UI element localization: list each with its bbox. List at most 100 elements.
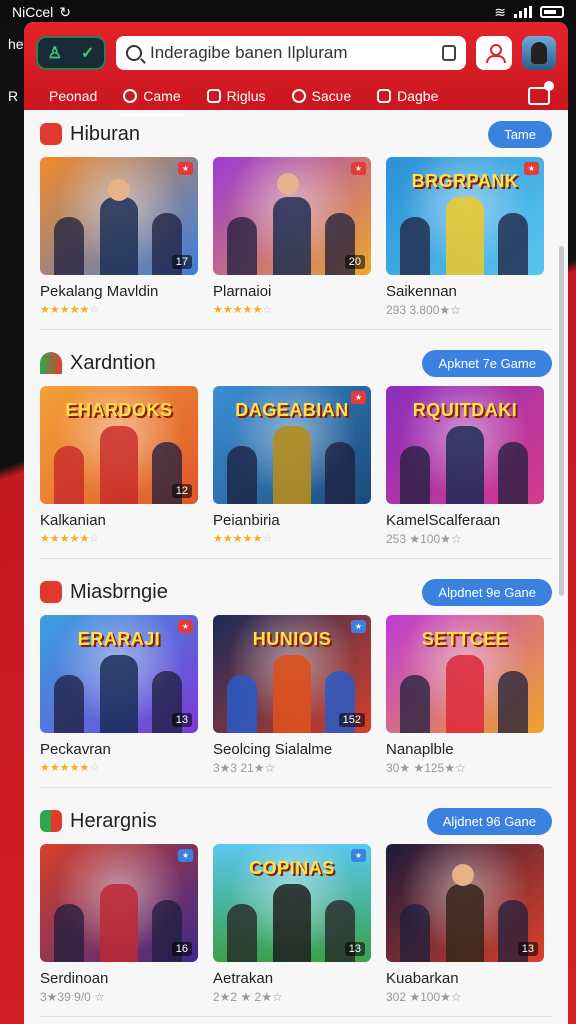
search-icon bbox=[126, 45, 142, 61]
hot-badge: ★ bbox=[177, 162, 193, 175]
game-card[interactable]: DAGEABIAN ★ Peianbiria ★★★★★☆ bbox=[213, 386, 371, 546]
profile-button[interactable] bbox=[476, 36, 512, 70]
wifi-icon: ≋ bbox=[494, 3, 506, 20]
game-thumbnail[interactable]: EHARDOKS 12 bbox=[40, 386, 198, 504]
game-thumbnail[interactable]: ERARAJI ★ 13 bbox=[40, 615, 198, 733]
game-thumbnail[interactable]: SETTCEE bbox=[386, 615, 544, 733]
game-card[interactable]: HUNIOIS ★ 152 Seolcing Sialalme 3★3 21★☆ bbox=[213, 615, 371, 775]
section-action-button[interactable]: Alpdnet 9e Gane bbox=[422, 578, 552, 606]
game-title: Seolcing Sialalme bbox=[213, 741, 333, 758]
game-card[interactable]: COPINAS ★ 13 Aetrakan 2★2 ★ 2★☆ bbox=[213, 844, 371, 1004]
game-card[interactable]: ★ 17 Pekalang Mavldin ★★★★★☆ bbox=[40, 157, 198, 317]
tab-label: Riglus bbox=[226, 88, 266, 104]
share-icon[interactable] bbox=[528, 81, 554, 105]
game-title: Serdinoan bbox=[40, 970, 109, 987]
game-banner-text: RQUITDAKI bbox=[412, 400, 518, 420]
app-window: ♙ ✓ Inderagibe banen Ilpluram Peonad Cam… bbox=[24, 22, 568, 1024]
search-bar[interactable]: Inderagibe banen Ilpluram bbox=[116, 36, 466, 70]
sync-icon: ↻ bbox=[59, 3, 71, 20]
game-banner-text: COPINAS bbox=[249, 858, 335, 878]
star-rating: ★★★★★☆ bbox=[213, 533, 273, 545]
game-thumbnail[interactable]: ★ 20 bbox=[213, 157, 371, 275]
game-title: Kalkanian bbox=[40, 512, 106, 529]
person-outline-icon: ♙ bbox=[47, 45, 62, 62]
game-title: Aetrakan bbox=[213, 970, 274, 987]
scrollbar[interactable] bbox=[559, 246, 564, 596]
game-card[interactable]: EHARDOKS 12 Kalkanian ★★★★★☆ bbox=[40, 386, 198, 546]
count-badge: 12 bbox=[171, 484, 192, 498]
camera-search-icon[interactable] bbox=[442, 45, 456, 61]
shield-icon bbox=[206, 89, 221, 103]
check-icon: ✓ bbox=[81, 45, 95, 62]
section-title: Hiburan bbox=[70, 122, 141, 145]
section-hiburan: Hiburan Tame ★ 17 Pekalang Mavldin ★★★★★… bbox=[40, 110, 552, 330]
status-bar: NiCcel ↻ ≋ bbox=[0, 0, 576, 24]
game-card[interactable]: ★ 20 Plarnaioi ★★★★★☆ bbox=[213, 157, 371, 317]
section-miasbrngie: Miasbrngie Alpdnet 9e Gane ERARAJI ★ 13 … bbox=[40, 568, 552, 788]
game-title: Plarnaioi bbox=[213, 283, 272, 300]
game-thumbnail[interactable]: 13 bbox=[386, 844, 544, 962]
count-badge: 16 bbox=[171, 942, 192, 956]
tab-label: Peonad bbox=[49, 88, 98, 104]
background-app-label: he bbox=[8, 36, 24, 52]
game-card[interactable]: ★ 16 Serdinoan 3★39 9/0 ☆ bbox=[40, 844, 198, 1004]
game-thumbnail[interactable]: ★ 17 bbox=[40, 157, 198, 275]
section-title: Miasbrngie bbox=[70, 580, 168, 603]
game-title: Peckavran bbox=[40, 741, 111, 758]
hot-badge: ★ bbox=[350, 620, 366, 633]
gear-icon bbox=[377, 89, 392, 103]
game-title: Pekalang Mavldin bbox=[40, 283, 159, 300]
main-feed: Hiburan Tame ★ 17 Pekalang Mavldin ★★★★★… bbox=[24, 110, 568, 1017]
game-thumbnail[interactable]: HUNIOIS ★ 152 bbox=[213, 615, 371, 733]
gift-icon bbox=[40, 581, 62, 603]
game-meta: 3★3 21★☆ bbox=[213, 761, 276, 775]
game-thumbnail[interactable]: DAGEABIAN ★ bbox=[213, 386, 371, 504]
carrier-label: NiCcel bbox=[12, 4, 54, 20]
avatar[interactable] bbox=[522, 36, 556, 70]
section-action-button[interactable]: Aljdnet 96 Gane bbox=[426, 807, 552, 835]
count-badge: 20 bbox=[344, 255, 365, 269]
signal-icon bbox=[514, 6, 532, 18]
search-icon bbox=[291, 89, 306, 103]
section-action-button[interactable]: Tame bbox=[488, 120, 552, 148]
game-title: Kuabarkan bbox=[386, 970, 459, 987]
game-card[interactable]: ERARAJI ★ 13 Peckavran ★★★★★☆ bbox=[40, 615, 198, 775]
section-xardntion: Xardntion Apknet 7e Game EHARDOKS 12 Kal… bbox=[40, 339, 552, 559]
star-rating: ★★★★★☆ bbox=[40, 304, 100, 316]
game-banner-text: DAGEABIAN bbox=[235, 400, 349, 420]
star-rating: ★★★★★☆ bbox=[213, 304, 273, 316]
game-thumbnail[interactable]: ★ 16 bbox=[40, 844, 198, 962]
game-meta: 293 3.800★☆ bbox=[386, 303, 461, 317]
battery-icon bbox=[540, 6, 564, 18]
search-input[interactable]: Inderagibe banen Ilpluram bbox=[150, 43, 434, 63]
section-action-button[interactable]: Apknet 7e Game bbox=[422, 349, 552, 377]
game-thumbnail[interactable]: RQUITDAKI bbox=[386, 386, 544, 504]
game-card[interactable]: SETTCEE Nanaplble 30★ ★125★☆ bbox=[386, 615, 544, 775]
count-badge: 13 bbox=[344, 942, 365, 956]
game-meta: 2★2 ★ 2★☆ bbox=[213, 990, 283, 1004]
game-meta: 253 ★100★☆ bbox=[386, 532, 462, 546]
star-rating: ★★★★★☆ bbox=[40, 533, 100, 545]
game-meta: 302 ★100★☆ bbox=[386, 990, 462, 1004]
game-meta: 3★39 9/0 ☆ bbox=[40, 990, 105, 1004]
gift-icon bbox=[40, 810, 62, 832]
game-card[interactable]: RQUITDAKI KamelScalferaan 253 ★100★☆ bbox=[386, 386, 544, 546]
game-card[interactable]: BRGRPANK ★ Saikennan 293 3.800★☆ bbox=[386, 157, 544, 317]
game-banner-text: BRGRPANK bbox=[411, 171, 519, 191]
game-meta: 30★ ★125★☆ bbox=[386, 761, 466, 775]
count-badge: 13 bbox=[171, 713, 192, 727]
game-title: KamelScalferaan bbox=[386, 512, 501, 529]
game-title: Nanaplble bbox=[386, 741, 454, 758]
game-card[interactable]: 13 Kuabarkan 302 ★100★☆ bbox=[386, 844, 544, 1004]
section-title: Xardntion bbox=[70, 351, 156, 374]
app-switcher-toggle[interactable]: ♙ ✓ bbox=[36, 36, 106, 70]
game-thumbnail[interactable]: COPINAS ★ 13 bbox=[213, 844, 371, 962]
game-thumbnail[interactable]: BRGRPANK ★ bbox=[386, 157, 544, 275]
background-app-label-2: R bbox=[8, 88, 19, 104]
hot-badge: ★ bbox=[177, 849, 193, 862]
user-icon bbox=[484, 43, 506, 63]
tab-label: Dagbe bbox=[397, 88, 439, 104]
game-banner-text: SETTCEE bbox=[421, 629, 509, 649]
link-icon bbox=[123, 89, 138, 103]
game-title: Saikennan bbox=[386, 283, 457, 300]
